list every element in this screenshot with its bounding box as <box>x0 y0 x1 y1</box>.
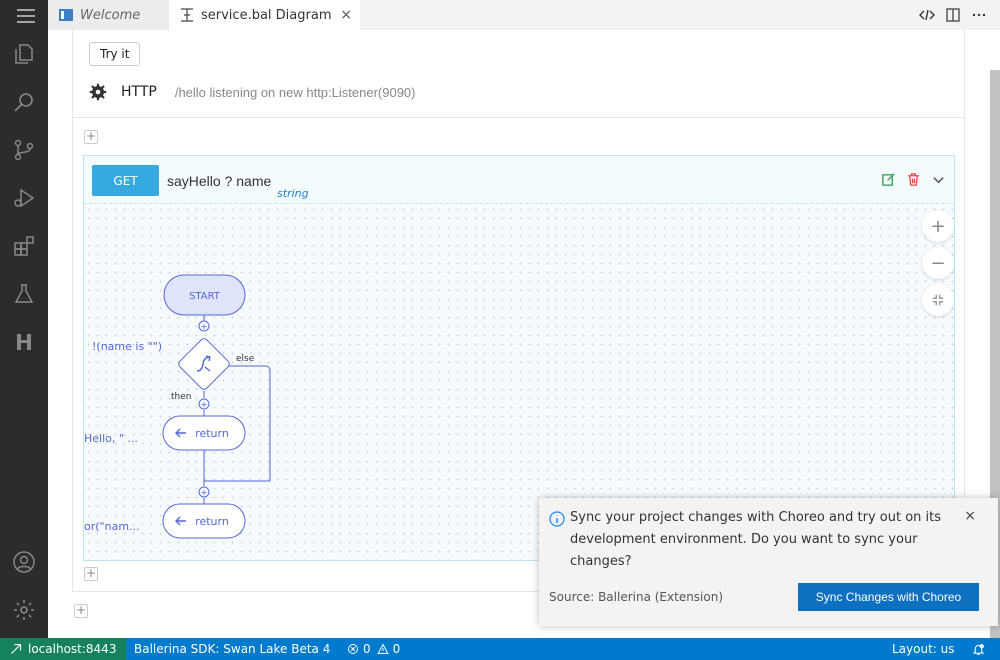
explorer-icon[interactable] <box>12 42 36 66</box>
code-view-icon[interactable] <box>918 6 936 24</box>
info-icon <box>549 511 565 527</box>
else-label: else <box>236 354 255 364</box>
remote-host: localhost:8443 <box>28 642 117 656</box>
problems-status[interactable]: 0 0 <box>347 638 400 660</box>
return-expression: or("nam... <box>84 520 140 533</box>
service-type: HTTP <box>121 84 157 100</box>
plus-glyph: + <box>200 323 208 333</box>
try-it-button[interactable]: Try it <box>89 42 141 66</box>
service-description: /hello listening on new http:Listener(90… <box>174 84 416 100</box>
split-editor-icon[interactable] <box>944 6 962 24</box>
tab-label: service.bal Diagram <box>201 7 332 23</box>
remote-icon <box>11 643 22 654</box>
chevron-down-icon[interactable] <box>931 172 946 187</box>
close-icon[interactable]: × <box>340 7 352 23</box>
choreo-icon[interactable] <box>12 330 36 354</box>
add-resource-bottom-button[interactable]: + <box>84 567 98 581</box>
plus-glyph: + <box>200 489 208 499</box>
fit-to-screen-button[interactable] <box>922 284 954 316</box>
add-resource-top-button[interactable]: + <box>84 130 98 144</box>
settings-gear-icon[interactable] <box>12 598 36 622</box>
return-label: return <box>195 515 229 528</box>
more-actions-icon[interactable] <box>970 6 988 24</box>
error-icon <box>348 644 358 654</box>
warning-icon <box>376 643 389 654</box>
sync-changes-button[interactable]: Sync Changes with Choreo <box>798 583 979 611</box>
activity-bar <box>0 0 48 638</box>
menu-icon[interactable] <box>14 4 35 24</box>
source-control-icon[interactable] <box>12 138 36 162</box>
notification-message: Sync your project changes with Choreo an… <box>570 510 942 569</box>
extensions-icon[interactable] <box>12 234 36 258</box>
service-row: HTTP /hello listening on new http:Listen… <box>89 82 415 102</box>
zoom-in-button[interactable]: + <box>922 210 954 242</box>
ballerina-sdk-status[interactable]: Ballerina SDK: Swan Lake Beta 4 <box>134 638 330 660</box>
condition-expression: !(name is "") <box>92 340 162 353</box>
editor-actions <box>918 6 988 24</box>
edit-icon[interactable] <box>881 172 896 187</box>
accounts-icon[interactable] <box>12 550 36 574</box>
editor-tabbar: Welcome service.bal Diagram × <box>48 0 1000 30</box>
collapse-icon <box>932 294 944 306</box>
delete-icon[interactable] <box>906 172 921 187</box>
status-bar: localhost:8443 Ballerina SDK: Swan Lake … <box>0 638 1000 660</box>
return-expression: Hello, " ... <box>84 432 138 445</box>
resource-name: sayHello ? name <box>167 173 272 189</box>
gear-icon[interactable] <box>89 83 107 101</box>
service-header: Try it HTTP /hello listening on new http… <box>72 30 965 118</box>
resource-actions <box>881 172 946 187</box>
tab-welcome[interactable]: Welcome <box>48 0 169 30</box>
welcome-icon <box>58 7 74 23</box>
remote-indicator[interactable]: localhost:8443 <box>0 638 126 660</box>
search-icon[interactable] <box>12 90 36 114</box>
run-debug-icon[interactable] <box>12 186 36 210</box>
start-label: START <box>189 291 221 302</box>
tab-service-diagram[interactable]: service.bal Diagram × <box>169 0 360 30</box>
resource-header[interactable]: GET sayHello ? name string <box>84 156 954 204</box>
warning-count: 0 <box>392 642 401 656</box>
choreo-sync-notification: Sync your project changes with Choreo an… <box>539 498 998 626</box>
return-label: return <box>195 427 229 440</box>
tab-label: Welcome <box>80 7 141 23</box>
if-condition-node[interactable] <box>177 337 231 391</box>
notification-source: Source: Ballerina (Extension) <box>549 590 724 604</box>
diagram-icon <box>179 7 195 23</box>
param-type: string <box>277 187 309 200</box>
close-icon[interactable]: × <box>964 508 976 524</box>
error-count: 0 <box>363 642 371 656</box>
keyboard-layout[interactable]: Layout: us <box>892 638 955 660</box>
notifications-bell-icon[interactable] <box>972 638 985 660</box>
zoom-out-button[interactable]: − <box>922 247 954 279</box>
add-construct-button[interactable]: + <box>74 604 88 618</box>
plus-glyph: + <box>200 401 208 411</box>
http-method-badge: GET <box>92 165 159 196</box>
testing-icon[interactable] <box>12 282 36 306</box>
then-label: then <box>171 392 191 402</box>
